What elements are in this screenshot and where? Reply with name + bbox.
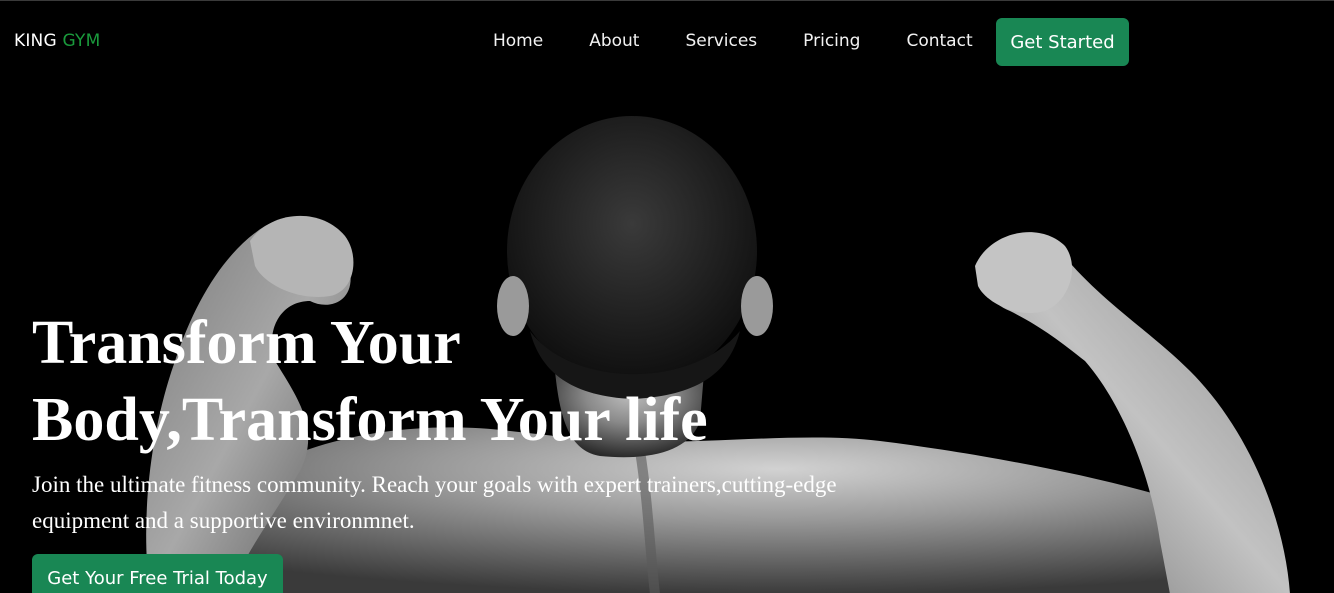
hero-title-line-2: Body,Transform Your life bbox=[32, 386, 708, 454]
nav-link-about[interactable]: About bbox=[566, 29, 662, 53]
brand-name-primary: KING bbox=[14, 31, 57, 51]
landing-page: KING GYM Home About Services Pricing Con… bbox=[0, 0, 1334, 593]
hero-title-line-1: Transform Your bbox=[32, 309, 461, 377]
brand-name-accent: GYM bbox=[62, 31, 101, 51]
nav-link-contact[interactable]: Contact bbox=[883, 29, 995, 53]
hero-title: Transform Your Body,Transform Your life bbox=[32, 305, 792, 459]
hero-subtitle: Join the ultimate fitness community. Rea… bbox=[32, 472, 837, 533]
nav-link-home[interactable]: Home bbox=[470, 29, 566, 53]
get-started-button[interactable]: Get Started bbox=[996, 18, 1129, 66]
navbar: KING GYM Home About Services Pricing Con… bbox=[0, 1, 1334, 83]
brand-logo[interactable]: KING GYM bbox=[14, 31, 100, 51]
nav-link-pricing[interactable]: Pricing bbox=[780, 29, 883, 53]
nav-link-services[interactable]: Services bbox=[662, 29, 780, 53]
main-navigation: Home About Services Pricing Contact bbox=[470, 29, 996, 53]
free-trial-button[interactable]: Get Your Free Trial Today bbox=[32, 554, 283, 593]
